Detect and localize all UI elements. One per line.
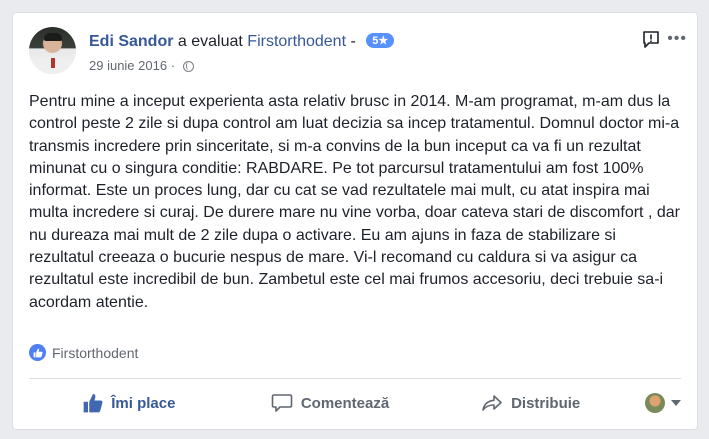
- actions-divider: [29, 378, 681, 379]
- author-name-link[interactable]: Edi Sandor: [89, 33, 173, 50]
- post-meta: 29 iunie 2016 ·: [89, 58, 194, 73]
- reactions-summary[interactable]: Firstorthodent: [29, 344, 138, 361]
- page-name-link[interactable]: Firstorthodent: [247, 33, 346, 50]
- date-separator: ·: [170, 58, 176, 73]
- post-date-link[interactable]: 29 iunie 2016: [89, 58, 167, 73]
- like-button-label: Îmi place: [111, 394, 176, 412]
- more-options-icon[interactable]: •••: [667, 31, 687, 47]
- review-card: Edi Sandor a evaluat Firstorthodent - 5★…: [12, 12, 698, 430]
- action-bar: Îmi place Comentează Distribuie: [29, 383, 682, 423]
- caret-down-icon: [671, 400, 682, 406]
- like-button[interactable]: Îmi place: [29, 393, 230, 413]
- review-text: Pentru mine a inceput experienta asta re…: [29, 93, 680, 311]
- author-avatar[interactable]: [29, 27, 76, 74]
- share-button[interactable]: Distribuie: [430, 393, 631, 413]
- comment-button-label: Comentează: [300, 394, 390, 412]
- post-as-selector[interactable]: [631, 393, 682, 413]
- like-reaction-icon: [29, 344, 46, 361]
- action-text: a evaluat: [177, 33, 243, 50]
- globe-icon[interactable]: [182, 61, 194, 72]
- rating-badge: 5★: [366, 33, 395, 48]
- report-icon[interactable]: [641, 29, 661, 49]
- user-avatar: [645, 393, 666, 413]
- comment-icon: [271, 394, 293, 412]
- thumbs-up-icon: [83, 394, 103, 413]
- share-button-label: Distribuie: [511, 394, 581, 412]
- comment-button[interactable]: Comentează: [230, 393, 431, 413]
- reactions-label: Firstorthodent: [52, 344, 139, 361]
- header-separator: -: [350, 33, 356, 50]
- post-header: Edi Sandor a evaluat Firstorthodent - 5★: [89, 33, 627, 51]
- share-icon: [482, 395, 502, 411]
